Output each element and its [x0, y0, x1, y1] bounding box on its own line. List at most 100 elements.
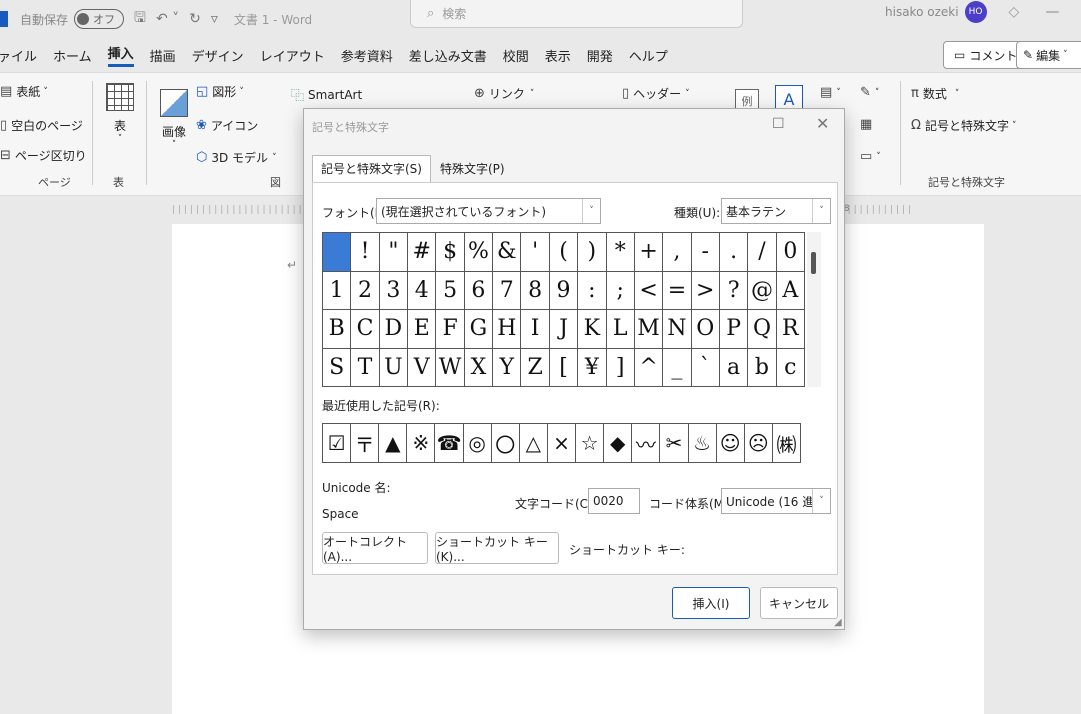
tab-mailings[interactable]: 差し込み文書	[409, 46, 487, 65]
symbol-cell[interactable]: ^	[634, 348, 664, 387]
subset-select[interactable]: 基本ラテン ˅	[721, 198, 831, 224]
symbol-cell[interactable]: T	[351, 348, 380, 387]
character-code-input[interactable]: 0020	[588, 488, 640, 514]
scrollbar-thumb[interactable]	[811, 252, 816, 274]
symbol-cell[interactable]: M	[634, 310, 664, 349]
undo-icon[interactable]: ↶ ˅	[156, 11, 179, 27]
recent-symbol-cell[interactable]: ◎	[463, 424, 492, 463]
symbol-cell[interactable]: (	[549, 233, 579, 272]
symbol-cell[interactable]: U	[379, 348, 409, 387]
symbol-cell[interactable]: L	[606, 310, 635, 349]
tab-home[interactable]: ホーム	[53, 46, 92, 65]
symbol-cell[interactable]: ;	[606, 271, 635, 310]
symbol-cell[interactable]: +	[634, 233, 664, 272]
resize-grip-icon[interactable]: ◢	[834, 617, 842, 628]
tab-insert[interactable]: 挿入	[107, 43, 134, 67]
symbol-cell[interactable]: Q	[748, 310, 777, 349]
symbol-cell[interactable]: O	[691, 310, 720, 349]
tab-help[interactable]: ヘルプ	[629, 46, 668, 65]
symbol-cell[interactable]: Z	[521, 348, 550, 387]
symbol-cell[interactable]: "	[379, 233, 409, 272]
symbol-cell[interactable]: 1	[323, 271, 352, 310]
recent-symbol-cell[interactable]: ☺	[716, 424, 745, 463]
autocorrect-button[interactable]: オートコレクト(A)...	[322, 532, 428, 564]
symbol-cell[interactable]: F	[436, 310, 465, 349]
link-button[interactable]: ⊕ リンク ˅	[474, 85, 534, 102]
recent-symbol-cell[interactable]: ※	[407, 424, 436, 463]
tab-view[interactable]: 表示	[545, 46, 571, 65]
tab-file[interactable]: ァイル	[0, 46, 37, 65]
symbol-cell[interactable]: ]	[606, 348, 635, 387]
search-input[interactable]: ⌕ 検索	[410, 0, 743, 28]
symbol-cell[interactable]: b	[748, 348, 777, 387]
symbol-grid-scrollbar[interactable]	[807, 232, 821, 387]
tab-layout[interactable]: レイアウト	[260, 46, 325, 65]
symbol-cell[interactable]: .	[719, 233, 749, 272]
recent-symbol-cell[interactable]: ▲	[379, 424, 408, 463]
insert-button[interactable]: 挿入(I)	[672, 587, 750, 619]
symbol-cell[interactable]: _	[663, 348, 692, 387]
symbol-cell[interactable]: c	[776, 348, 805, 387]
symbol-cell[interactable]: `	[691, 348, 720, 387]
symbol-cell[interactable]: 5	[436, 271, 465, 310]
tab-symbols[interactable]: 記号と特殊文字(S)	[312, 155, 431, 183]
recent-symbol-cell[interactable]: ☹	[744, 424, 773, 463]
symbol-cell[interactable]: I	[521, 310, 550, 349]
shapes-button[interactable]: ◱ 図形 ˅	[196, 83, 244, 100]
symbol-cell[interactable]: a	[719, 348, 749, 387]
symbol-cell[interactable]: C	[351, 310, 380, 349]
symbol-cell[interactable]: 2	[351, 271, 380, 310]
symbol-cell[interactable]: /	[748, 233, 777, 272]
account-area[interactable]: hisako ozeki HO ◇ —	[885, 0, 1059, 24]
table-button[interactable]: 表 ˅	[104, 83, 136, 144]
tab-references[interactable]: 参考資料	[341, 46, 393, 65]
font-select[interactable]: (現在選択されているフォント) ˅	[376, 198, 601, 224]
date-time-button[interactable]: ▦	[860, 117, 876, 132]
recent-symbol-cell[interactable]: ♨	[688, 424, 717, 463]
symbol-cell[interactable]: &	[493, 233, 522, 272]
symbol-cell[interactable]: N	[663, 310, 692, 349]
quick-parts-button[interactable]: ▤ ˅	[820, 85, 841, 100]
symbol-cell[interactable]: D	[379, 310, 409, 349]
symbol-cell[interactable]: =	[663, 271, 692, 310]
cover-page-button[interactable]: ▤ 表紙 ˅	[0, 83, 48, 100]
symbol-cell[interactable]: @	[748, 271, 777, 310]
recent-symbol-cell[interactable]: △	[519, 424, 548, 463]
recent-symbol-cell[interactable]: 〇	[491, 424, 520, 463]
recent-symbol-cell[interactable]: ◆	[604, 424, 633, 463]
maximize-icon[interactable]: ☐	[772, 116, 785, 132]
symbol-cell[interactable]: 6	[464, 271, 494, 310]
symbol-cell[interactable]: W	[436, 348, 465, 387]
avatar[interactable]: HO	[964, 1, 987, 23]
symbol-cell[interactable]: ¥	[578, 348, 607, 387]
symbol-cell[interactable]: %	[464, 233, 494, 272]
close-icon[interactable]: ✕	[816, 114, 829, 133]
smartart-button[interactable]: ⿻ SmartArt	[291, 85, 362, 105]
recent-symbol-cell[interactable]: 〰	[632, 424, 661, 463]
recent-symbol-cell[interactable]: ☑	[323, 424, 352, 463]
equation-button[interactable]: π 数式 ˅	[911, 85, 959, 102]
signature-button[interactable]: ✎ ˅	[860, 85, 879, 100]
cancel-button[interactable]: キャンセル	[760, 587, 838, 619]
symbol-cell[interactable]: 9	[549, 271, 579, 310]
symbol-cell[interactable]: S	[323, 348, 352, 387]
symbol-cell[interactable]: E	[408, 310, 437, 349]
tab-draw[interactable]: 描画	[150, 46, 176, 65]
recent-symbol-cell[interactable]: ×	[547, 424, 577, 463]
symbol-cell[interactable]: 7	[493, 271, 522, 310]
recent-symbol-cell[interactable]: ☎	[435, 424, 464, 463]
symbol-cell[interactable]: ?	[719, 271, 749, 310]
tab-developer[interactable]: 開発	[587, 46, 613, 65]
symbol-cell[interactable]: P	[719, 310, 749, 349]
symbol-cell[interactable]: :	[578, 271, 607, 310]
icons-button[interactable]: ❀ アイコン	[196, 117, 258, 134]
symbol-cell[interactable]: -	[691, 233, 720, 272]
premium-diamond-icon[interactable]: ◇	[1009, 4, 1020, 20]
redo-icon[interactable]: ↻	[189, 11, 201, 27]
tab-special-characters[interactable]: 特殊文字(P)	[431, 155, 514, 183]
symbol-cell[interactable]: ,	[663, 233, 692, 272]
symbol-cell[interactable]: $	[436, 233, 465, 272]
header-button[interactable]: ▯ ヘッダー ˅	[622, 85, 690, 102]
symbol-cell[interactable]: B	[323, 310, 352, 349]
3d-models-button[interactable]: ⬡ 3D モデル ˅	[196, 149, 277, 166]
